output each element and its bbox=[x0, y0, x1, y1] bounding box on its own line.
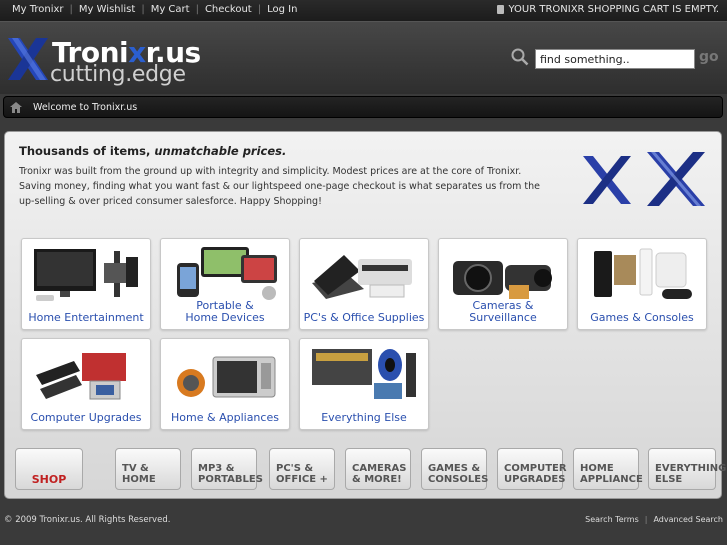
logo-x-icon bbox=[8, 38, 48, 80]
category-label: PC's & Office Supplies bbox=[303, 311, 425, 324]
footer-separator: | bbox=[644, 515, 648, 524]
go-button[interactable]: go bbox=[699, 49, 719, 65]
search-icon bbox=[511, 48, 529, 66]
footer-advanced-search-link[interactable]: Advanced Search bbox=[653, 515, 723, 524]
laptop-printer-image-icon bbox=[312, 255, 412, 299]
nav-my-wishlist[interactable]: My Wishlist bbox=[73, 4, 141, 15]
footer-copyright: © 2009 Tronixr.us. All Rights Reserved. bbox=[4, 515, 171, 525]
top-nav: My Tronixr | My Wishlist | My Cart | Che… bbox=[6, 4, 303, 15]
tv-image-icon bbox=[34, 249, 138, 301]
breadcrumb: Welcome to Tronixr.us bbox=[3, 96, 723, 118]
footer-links: Search Terms | Advanced Search bbox=[585, 515, 723, 524]
nav-cameras-button[interactable]: CAMERAS & MORE! bbox=[345, 448, 411, 490]
nav-everything-else-button[interactable]: EVERYTHING ELSE bbox=[648, 448, 726, 490]
top-bar: My Tronixr | My Wishlist | My Cart | Che… bbox=[0, 0, 727, 22]
nav-games-consoles-button[interactable]: GAMES & CONSOLES bbox=[421, 448, 488, 490]
category-label: Home Entertainment bbox=[28, 311, 144, 324]
category-label: Games & Consoles bbox=[590, 311, 694, 324]
nav-tv-home-button[interactable]: TV & HOME bbox=[115, 448, 181, 490]
category-pcs-office-supplies[interactable]: PC's & Office Supplies bbox=[299, 238, 429, 330]
category-games-consoles[interactable]: Games & Consoles bbox=[577, 238, 707, 330]
breadcrumb-text: Welcome to Tronixr.us bbox=[33, 102, 138, 113]
x-logo-decoration-icon bbox=[583, 152, 705, 206]
category-label: Everything Else bbox=[321, 411, 407, 424]
category-portable-home-devices[interactable]: Portable & Home Devices bbox=[160, 238, 290, 330]
nav-log-in[interactable]: Log In bbox=[261, 4, 303, 15]
gps-phone-image-icon bbox=[177, 247, 277, 300]
appliance-image-icon bbox=[177, 356, 276, 398]
computer-parts-image-icon bbox=[36, 353, 126, 400]
audio-gear-image-icon bbox=[312, 349, 416, 399]
category-label: Home & Appliances bbox=[171, 411, 279, 424]
intro-text: Tronixr was built from the ground up wit… bbox=[19, 166, 541, 207]
nav-shop-button[interactable]: SHOP bbox=[15, 448, 83, 490]
site-logo[interactable]: Tronixr.us cutting.edge bbox=[6, 36, 201, 87]
category-home-entertainment[interactable]: Home Entertainment bbox=[21, 238, 151, 330]
search-input[interactable] bbox=[535, 49, 695, 69]
nav-home-appliance-button[interactable]: HOME APPLIANCE bbox=[573, 448, 643, 490]
home-icon[interactable] bbox=[10, 102, 22, 113]
category-cameras-surveillance[interactable]: Cameras & Surveillance bbox=[438, 238, 568, 330]
logo-tagline: cutting.edge bbox=[50, 62, 186, 87]
cart-status-text: YOUR TRONIXR SHOPPING CART IS EMPTY. bbox=[508, 4, 719, 15]
category-label: Cameras & Surveillance bbox=[469, 299, 537, 324]
cart-icon bbox=[497, 5, 505, 14]
nav-my-tronixr[interactable]: My Tronixr bbox=[6, 4, 70, 15]
footer-search-terms-link[interactable]: Search Terms bbox=[585, 515, 639, 524]
category-label: Computer Upgrades bbox=[30, 411, 142, 424]
category-label: Portable & Home Devices bbox=[185, 299, 265, 324]
nav-computer-upgrades-button[interactable]: COMPUTER UPGRADES bbox=[497, 448, 567, 490]
header: Tronixr.us cutting.edge go bbox=[0, 22, 727, 94]
category-computer-upgrades[interactable]: Computer Upgrades bbox=[21, 338, 151, 430]
cart-status[interactable]: YOUR TRONIXR SHOPPING CART IS EMPTY. bbox=[497, 4, 719, 15]
nav-pcs-office-button[interactable]: PC'S & OFFICE + bbox=[269, 448, 335, 490]
main-panel: Thousands of items, unmatchable prices. … bbox=[4, 131, 726, 499]
intro-title: Thousands of items, unmatchable prices. bbox=[19, 144, 287, 158]
nav-my-cart[interactable]: My Cart bbox=[145, 4, 196, 15]
category-everything-else[interactable]: Everything Else bbox=[299, 338, 429, 430]
category-home-appliances[interactable]: Home & Appliances bbox=[160, 338, 290, 430]
camera-image-icon bbox=[453, 261, 552, 299]
game-console-image-icon bbox=[594, 248, 692, 299]
nav-mp3-portables-button[interactable]: MP3 & PORTABLES bbox=[191, 448, 263, 490]
nav-checkout[interactable]: Checkout bbox=[199, 4, 258, 15]
